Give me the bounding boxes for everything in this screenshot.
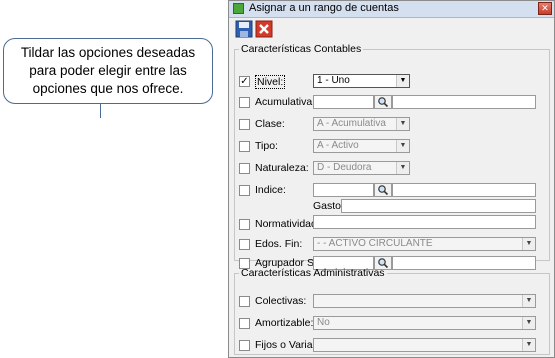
administrativas-group: Características Administrativas Colectiv… (234, 267, 550, 355)
indice-checkbox[interactable] (239, 185, 250, 196)
indice-label: Indice: (255, 184, 286, 196)
edos-fin-value: - - ACTIVO CIRCULANTE (317, 238, 433, 249)
nivel-select[interactable]: 1 - Uno ▼ (313, 74, 410, 88)
tipo-select[interactable]: A - Activo ▼ (313, 139, 410, 153)
window-title: Asignar a un rango de cuentas (249, 2, 399, 14)
edos-fin-checkbox[interactable] (239, 239, 250, 250)
colectivas-select[interactable]: ▼ (313, 294, 536, 308)
naturaleza-checkbox[interactable] (239, 163, 250, 174)
indice-name-field (392, 183, 536, 197)
chevron-down-icon: ▼ (396, 75, 409, 87)
chevron-down-icon: ▼ (396, 140, 409, 152)
title-bar: Asignar a un rango de cuentas ✕ (229, 1, 554, 18)
search-icon (378, 97, 389, 108)
tipo-checkbox[interactable] (239, 141, 250, 152)
colectivas-checkbox[interactable] (239, 296, 250, 307)
gasto-label: Gasto: (313, 200, 344, 212)
amortizable-checkbox[interactable] (239, 318, 250, 329)
instruction-callout: Tildar las opciones deseadas para poder … (3, 38, 213, 104)
gasto-input[interactable] (341, 199, 536, 213)
clase-checkbox[interactable] (239, 119, 250, 130)
app-icon (233, 3, 244, 14)
amortizable-select[interactable]: No ▼ (313, 316, 536, 330)
tipo-label: Tipo: (255, 140, 278, 152)
edos-fin-label: Edos. Fin: (255, 238, 303, 250)
normatividad-input[interactable] (313, 215, 536, 229)
amortizable-label: Amortizable: (255, 317, 314, 329)
callout-pointer (100, 104, 101, 118)
chevron-down-icon: ▼ (522, 238, 535, 250)
toolbar (229, 18, 554, 40)
normatividad-checkbox[interactable] (239, 219, 250, 230)
chevron-down-icon: ▼ (522, 295, 535, 307)
acumulativa-search-button[interactable] (374, 95, 392, 109)
fijos-select[interactable]: ▼ (313, 338, 536, 352)
clase-value: A - Acumulativa (317, 118, 386, 129)
naturaleza-label: Naturaleza: (255, 162, 309, 174)
close-icon[interactable]: ✕ (538, 2, 552, 15)
chevron-down-icon: ▼ (522, 317, 535, 329)
save-icon[interactable] (235, 20, 253, 38)
cancel-icon[interactable] (255, 20, 273, 38)
chevron-down-icon: ▼ (396, 118, 409, 130)
nivel-checkbox[interactable]: ✓ (239, 76, 250, 87)
indice-input[interactable] (313, 183, 374, 197)
chevron-down-icon: ▼ (522, 339, 535, 351)
naturaleza-value: D - Deudora (317, 162, 372, 173)
search-icon (378, 185, 389, 196)
clase-select[interactable]: A - Acumulativa ▼ (313, 117, 410, 131)
acumulativa-name-field (392, 95, 536, 109)
callout-text: Tildar las opciones deseadas para poder … (20, 45, 196, 96)
normatividad-label: Normatividad: (255, 218, 320, 230)
chevron-down-icon: ▼ (396, 162, 409, 174)
colectivas-label: Colectivas: (255, 295, 307, 307)
clase-label: Clase: (255, 118, 285, 130)
acumulativa-input[interactable] (313, 95, 374, 109)
contables-legend: Características Contables (241, 43, 362, 55)
contables-group: Características Contables ✓ Nivel: 1 - U… (234, 43, 550, 270)
dialog-window: Asignar a un rango de cuentas ✕ Caracter… (228, 0, 555, 358)
acumulativa-checkbox[interactable] (239, 97, 250, 108)
acumulativa-label: Acumulativa: (255, 96, 316, 108)
tipo-value: A - Activo (317, 140, 359, 151)
fijos-checkbox[interactable] (239, 340, 250, 351)
nivel-value: 1 - Uno (317, 75, 350, 86)
naturaleza-select[interactable]: D - Deudora ▼ (313, 161, 410, 175)
administrativas-legend: Características Administrativas (241, 267, 385, 279)
amortizable-value: No (317, 317, 330, 328)
indice-search-button[interactable] (374, 183, 392, 197)
nivel-label: Nivel: (255, 75, 286, 89)
edos-fin-select[interactable]: - - ACTIVO CIRCULANTE ▼ (313, 237, 536, 251)
